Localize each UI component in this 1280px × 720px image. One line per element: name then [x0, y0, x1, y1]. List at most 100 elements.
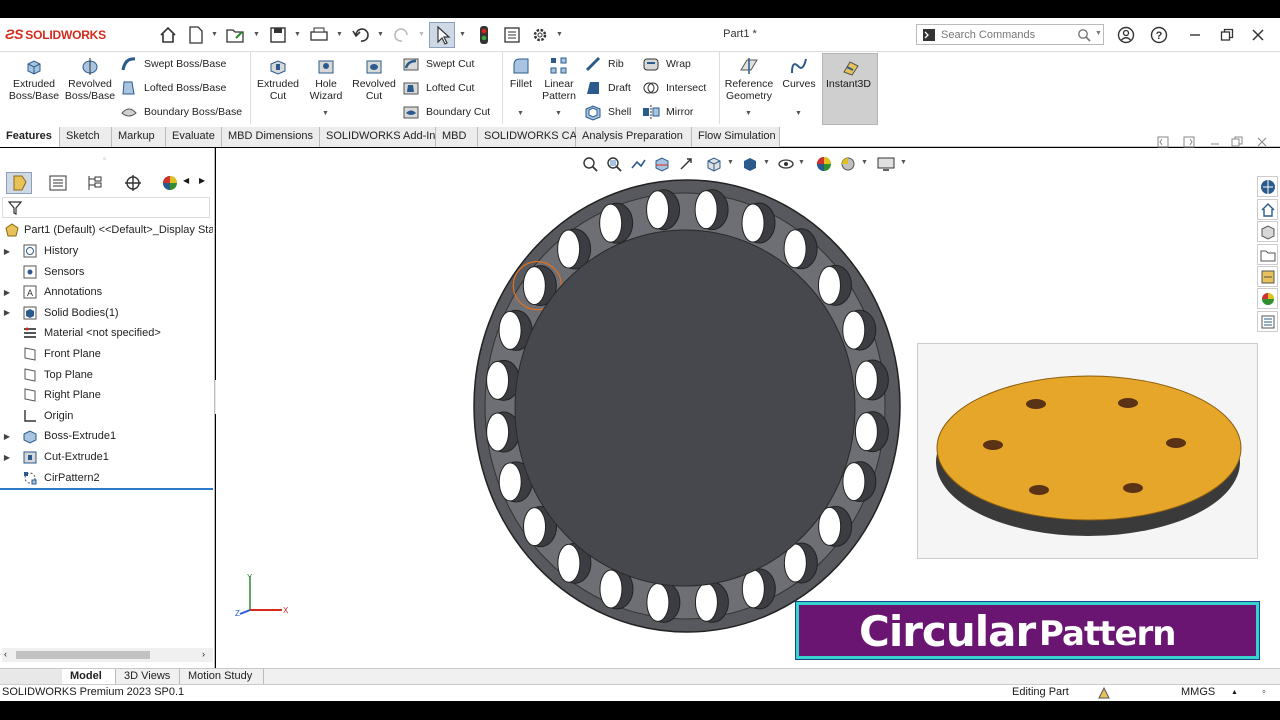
pattern-hole[interactable] [741, 569, 765, 609]
chevron-down-icon[interactable]: ▼ [1095, 30, 1102, 37]
viewport-close-icon[interactable] [1256, 136, 1270, 150]
display-manager-tab[interactable] [157, 172, 183, 194]
view-palette-icon[interactable] [1257, 266, 1278, 287]
tab-mbd-dimensions[interactable]: MBD Dimensions [222, 127, 320, 147]
expand-arrow-icon[interactable]: ▶ [0, 247, 14, 256]
chevron-down-icon[interactable]: ▼ [556, 31, 563, 38]
options-gear-icon[interactable] [529, 24, 551, 46]
tab-mbd[interactable]: MBD [436, 127, 478, 147]
tree-item-material-not-specified[interactable]: Material <not specified> [0, 323, 213, 343]
tab-markup[interactable]: Markup [112, 127, 166, 147]
tree-item-front-plane[interactable]: Front Plane [0, 344, 213, 364]
viewport-tile-left-icon[interactable] [1157, 136, 1171, 150]
hole-wizard-button[interactable]: Hole Wizard [303, 56, 349, 102]
chevron-down-icon[interactable]: ▼ [418, 31, 425, 38]
tree-filter-input[interactable] [2, 197, 210, 218]
open-folder-icon[interactable] [225, 24, 247, 46]
pattern-hole[interactable] [523, 507, 547, 547]
draft-button[interactable]: Draft [584, 78, 631, 98]
search-icon[interactable] [1077, 28, 1091, 42]
tab-sketch[interactable]: Sketch [60, 127, 112, 147]
edit-appearance-icon[interactable] [815, 155, 833, 173]
pattern-hole[interactable] [854, 412, 878, 452]
home-icon[interactable] [1257, 199, 1278, 220]
chevron-down-icon[interactable]: ▼ [900, 159, 907, 166]
pattern-hole[interactable] [646, 190, 670, 230]
bottom-tab-motion-study-1[interactable]: Motion Study 1 [180, 669, 264, 696]
wrap-button[interactable]: Wrap [642, 54, 691, 74]
home-icon[interactable] [157, 24, 179, 46]
expand-arrow-icon[interactable]: ▶ [0, 432, 14, 441]
zoom-to-area-icon[interactable] [605, 155, 623, 173]
chevron-down-icon[interactable]: ▼ [459, 31, 466, 38]
display-style-icon[interactable] [741, 155, 759, 173]
tree-item-cut-extrude1[interactable]: ▶ Cut-Extrude1 [0, 447, 213, 467]
select-tool-button[interactable] [429, 22, 455, 48]
configuration-manager-tab[interactable] [82, 172, 108, 194]
chevron-down-icon[interactable]: ▼ [253, 31, 260, 38]
search-commands-input[interactable]: Search Commands ▼ [916, 24, 1104, 45]
tab-flow-simulation[interactable]: Flow Simulation [692, 127, 780, 147]
boundary-boss-button[interactable]: Boundary Boss/Base [120, 102, 242, 122]
chevron-down-icon[interactable]: ▼ [795, 110, 802, 117]
new-document-icon[interactable] [185, 24, 207, 46]
pattern-hole[interactable] [599, 203, 623, 243]
chevron-down-icon[interactable]: ▼ [763, 159, 770, 166]
pattern-hole[interactable] [557, 229, 581, 269]
hide-show-items-icon[interactable] [777, 155, 795, 173]
pattern-hole[interactable] [854, 360, 878, 400]
curves-button[interactable]: Curves [779, 56, 819, 90]
apply-scene-icon[interactable] [839, 155, 857, 173]
chevron-down-icon[interactable]: ▼ [517, 110, 524, 117]
help-icon[interactable]: ? [1148, 24, 1170, 46]
dimxpert-manager-tab[interactable] [120, 172, 146, 194]
scroll-left-icon[interactable]: ‹ [4, 649, 7, 659]
chevron-down-icon[interactable]: ▼ [727, 159, 734, 166]
boundary-cut-button[interactable]: Boundary Cut [402, 102, 490, 122]
lofted-cut-button[interactable]: Lofted Cut [402, 78, 474, 98]
revolved-cut-button[interactable]: Revolved Cut [350, 56, 398, 102]
save-icon[interactable] [267, 24, 289, 46]
pattern-hole[interactable] [599, 569, 623, 609]
chevron-down-icon[interactable]: ▼ [745, 110, 752, 117]
revolved-boss-button[interactable]: Revolved Boss/Base [64, 56, 116, 102]
minimize-icon[interactable] [1184, 24, 1206, 46]
chevron-up-icon[interactable]: ▲ [1231, 685, 1238, 700]
chevron-left-icon[interactable]: ◀ [183, 176, 189, 185]
tree-item-cirpattern2[interactable]: CirPattern2 [0, 468, 213, 488]
view-orientation-icon[interactable] [705, 155, 723, 173]
pattern-hole[interactable] [646, 582, 670, 622]
tree-item-history[interactable]: ▶ History [0, 241, 213, 261]
tree-item-top-plane[interactable]: Top Plane [0, 365, 213, 385]
expand-arrow-icon[interactable]: ▶ [0, 288, 14, 297]
tab-evaluate[interactable]: Evaluate [166, 127, 222, 147]
horizontal-scrollbar[interactable]: ‹ › [2, 648, 213, 662]
appearances-icon[interactable] [1257, 288, 1278, 309]
chevron-down-icon[interactable]: ▼ [336, 31, 343, 38]
chevron-down-icon[interactable]: ▼ [861, 159, 868, 166]
instant3d-button[interactable]: Instant3D [822, 53, 878, 125]
view-settings-icon[interactable] [877, 155, 895, 173]
linear-pattern-button[interactable]: Linear Pattern [538, 56, 580, 102]
custom-properties-icon[interactable] [1257, 311, 1278, 332]
bottom-tab-3d-views[interactable]: 3D Views [116, 669, 180, 684]
extruded-cut-button[interactable]: Extruded Cut [253, 56, 303, 102]
chevron-down-icon[interactable]: ▼ [377, 31, 384, 38]
chevron-down-icon[interactable]: ▼ [294, 31, 301, 38]
rebuild-traffic-light-icon[interactable] [473, 24, 495, 46]
zoom-to-fit-icon[interactable] [581, 155, 599, 173]
shell-button[interactable]: Shell [584, 102, 631, 122]
mirror-button[interactable]: Mirror [642, 102, 693, 122]
expand-arrow-icon[interactable]: ▶ [0, 453, 14, 462]
expand-arrow-icon[interactable]: ▶ [0, 308, 14, 317]
rollback-bar[interactable] [0, 488, 213, 490]
tree-item-origin[interactable]: Origin [0, 406, 213, 426]
feature-manager-tab[interactable] [6, 172, 32, 194]
rebuild-status-icon[interactable] [1097, 686, 1111, 700]
chevron-down-icon[interactable]: ▼ [798, 159, 805, 166]
viewport-restore-icon[interactable] [1231, 136, 1245, 150]
chevron-down-icon[interactable]: ▼ [322, 110, 329, 117]
status-extra-icon[interactable]: ◦ [1262, 685, 1266, 700]
extruded-boss-button[interactable]: Extruded Boss/Base [8, 56, 60, 102]
tree-item-annotations[interactable]: ▶ A Annotations [0, 282, 213, 302]
